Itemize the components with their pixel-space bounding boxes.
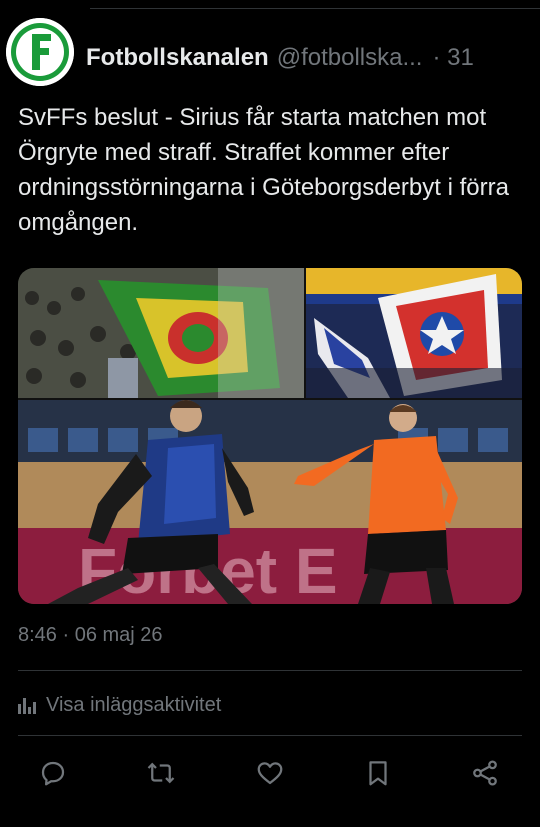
- bookmark-icon: [369, 760, 387, 785]
- post-age[interactable]: · 31: [432, 44, 473, 72]
- tweet-text: SvFFs beslut - Sirius får starta matchen…: [18, 104, 509, 236]
- divider: [90, 8, 540, 9]
- reply-icon: [41, 761, 65, 785]
- share-icon: [473, 760, 497, 785]
- collage-image: Forbet E: [18, 268, 522, 604]
- user-handle[interactable]: @fotbollska...: [277, 44, 423, 72]
- divider: [18, 670, 522, 671]
- tweet-image[interactable]: Forbet E: [18, 268, 522, 604]
- tweet-detail-page: Fotbollskanalen @fotbollska... · 31 SvFF…: [0, 0, 540, 827]
- like-button[interactable]: [250, 750, 290, 795]
- analytics-icon: [18, 696, 38, 714]
- retweet-button[interactable]: [141, 750, 181, 795]
- retweet-icon: [147, 762, 175, 783]
- display-name[interactable]: Fotbollskanalen: [86, 44, 269, 72]
- author-row: Fotbollskanalen @fotbollska... · 31: [86, 40, 540, 76]
- tweet-header: Fotbollskanalen @fotbollska... · 31: [0, 0, 540, 95]
- share-button[interactable]: [465, 750, 505, 795]
- tweet-timestamp[interactable]: 8:46 · 06 maj 26: [18, 624, 163, 647]
- avatar[interactable]: [6, 18, 74, 86]
- bookmark-button[interactable]: [358, 750, 398, 795]
- reply-button[interactable]: [33, 750, 73, 795]
- divider: [18, 735, 522, 736]
- fotbollskanalen-logo-icon: [6, 18, 74, 86]
- view-post-activity-link[interactable]: Visa inläggsaktivitet: [18, 690, 221, 720]
- like-icon: [257, 761, 283, 784]
- activity-label: Visa inläggsaktivitet: [46, 693, 222, 716]
- action-bar: [0, 750, 540, 795]
